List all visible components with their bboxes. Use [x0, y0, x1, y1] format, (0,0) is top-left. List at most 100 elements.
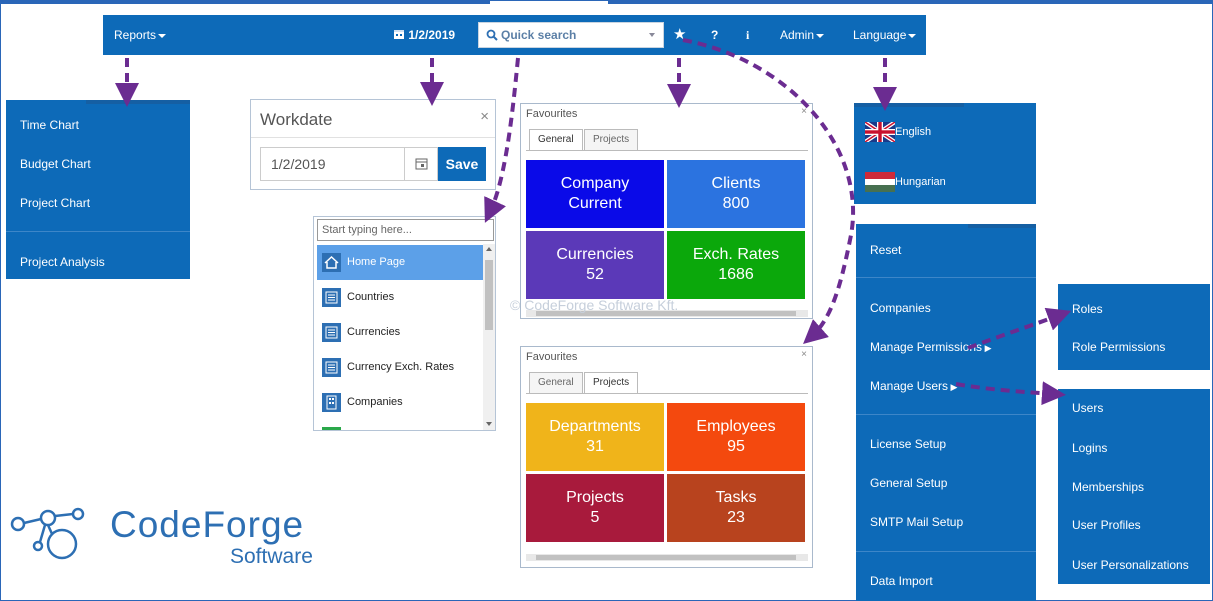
tile-departments[interactable]: Departments 31: [526, 403, 664, 471]
menu-item-reset[interactable]: Reset: [870, 243, 901, 257]
tab-general[interactable]: General: [529, 372, 583, 393]
help-icon: ?: [711, 28, 719, 42]
tile-value: 23: [727, 509, 745, 526]
search-result-partial: [322, 427, 341, 430]
tile-employees[interactable]: Employees 95: [667, 403, 805, 471]
quick-search-dropdown: Start typing here... Home Page Countries…: [313, 216, 496, 431]
top-navbar: Reports 1/2/2019 Quick search ★ ? i Admi…: [103, 15, 926, 55]
menu-item-role-permissions[interactable]: Role Permissions: [1072, 340, 1165, 354]
quick-search-field[interactable]: Start typing here...: [317, 219, 494, 241]
workdate-field[interactable]: 1/2/2019: [260, 147, 438, 181]
search-result-currency-exch-rates[interactable]: Currency Exch. Rates: [317, 350, 484, 385]
menu-item-label: Manage Users: [870, 379, 949, 393]
building-icon: [322, 393, 341, 412]
search-result-home-page[interactable]: Home Page: [317, 245, 484, 280]
scrollbar-thumb[interactable]: [485, 260, 493, 330]
tab-projects[interactable]: Projects: [584, 372, 639, 393]
language-menu-button[interactable]: Language: [853, 15, 917, 55]
menu-item-general-setup[interactable]: General Setup: [870, 476, 947, 490]
scrollbar[interactable]: [483, 244, 495, 430]
search-result-countries[interactable]: Countries: [317, 280, 484, 315]
menu-item-smtp-mail-setup[interactable]: SMTP Mail Setup: [870, 515, 963, 529]
tile-label: Tasks: [715, 489, 757, 506]
tile-label: Currencies: [556, 246, 634, 263]
tile-label: Company: [560, 175, 630, 192]
info-button[interactable]: i: [746, 15, 749, 55]
tab-projects[interactable]: Projects: [584, 129, 639, 150]
scrollbar-thumb[interactable]: [536, 555, 796, 560]
save-button[interactable]: Save: [438, 147, 486, 181]
tile-value: 800: [722, 195, 750, 212]
close-icon[interactable]: ×: [801, 106, 807, 117]
codeforge-logo: CodeForge Software: [8, 498, 388, 568]
watermark: © CodeForge Software Kft.: [510, 297, 679, 313]
quick-search-placeholder: Quick search: [501, 28, 577, 42]
tile-company[interactable]: Company Current: [526, 160, 664, 228]
search-icon: [486, 29, 498, 41]
tile-currencies[interactable]: Currencies 52: [526, 231, 664, 299]
menu-item-manage-users[interactable]: Manage Users ▶: [870, 379, 957, 393]
tile-tasks[interactable]: Tasks 23: [667, 474, 805, 542]
menu-item-label: Manage Permissions: [870, 340, 983, 354]
menu-item-roles[interactable]: Roles: [1072, 302, 1103, 316]
admin-menu-button[interactable]: Admin: [780, 15, 825, 55]
list-icon: [322, 323, 341, 342]
admin-label: Admin: [780, 28, 815, 42]
menu-item-time-chart[interactable]: Time Chart: [20, 118, 79, 132]
tile-label: Clients: [711, 175, 761, 192]
search-result-currencies[interactable]: Currencies: [317, 315, 484, 350]
language-english[interactable]: English: [863, 120, 931, 144]
menu-divider: [6, 231, 190, 232]
tile-clients[interactable]: Clients 800: [667, 160, 805, 228]
permissions-submenu: Roles Role Permissions: [1058, 284, 1210, 370]
tile-projects[interactable]: Projects 5: [526, 474, 664, 542]
menu-item-license-setup[interactable]: License Setup: [870, 437, 946, 451]
language-label: Language: [853, 28, 907, 42]
users-submenu: Users Logins Memberships User Profiles U…: [1058, 389, 1210, 584]
tile-label: Departments: [549, 418, 641, 435]
caret-down-icon: [158, 33, 167, 38]
menu-item-manage-permissions[interactable]: Manage Permissions ▶: [870, 340, 991, 354]
caret-right-icon: ▶: [948, 382, 958, 392]
menu-item-data-import[interactable]: Data Import: [870, 574, 933, 588]
tile-value: Current: [568, 195, 622, 212]
admin-dropdown: Reset Companies Manage Permissions ▶ Man…: [856, 224, 1036, 601]
help-button[interactable]: ?: [711, 15, 718, 55]
workdate-dialog: Workdate × 1/2/2019 Save: [250, 99, 496, 190]
info-icon: i: [746, 28, 750, 42]
tile-exch-rates[interactable]: Exch. Rates 1686: [667, 231, 805, 299]
tile-value: 1686: [718, 266, 754, 283]
menu-item-memberships[interactable]: Memberships: [1072, 480, 1144, 494]
menu-item-project-analysis[interactable]: Project Analysis: [20, 255, 105, 269]
calendar-picker-button[interactable]: [404, 148, 437, 180]
uk-flag-icon: [863, 120, 897, 144]
search-result-companies[interactable]: Companies: [317, 385, 484, 420]
close-icon[interactable]: ×: [801, 349, 807, 360]
tile-value: 95: [727, 438, 745, 455]
tile-value: 5: [590, 509, 600, 526]
menu-item-users[interactable]: Users: [1072, 401, 1103, 415]
quick-search-input[interactable]: Quick search: [478, 22, 664, 48]
menu-divider: [856, 551, 1036, 552]
menu-item-user-profiles[interactable]: User Profiles: [1072, 518, 1141, 532]
close-icon[interactable]: ×: [480, 108, 489, 125]
horizontal-scrollbar[interactable]: [526, 554, 808, 561]
menu-item-logins[interactable]: Logins: [1072, 441, 1107, 455]
tab-general[interactable]: General: [529, 129, 583, 150]
menu-item-project-chart[interactable]: Project Chart: [20, 196, 90, 210]
search-result-label: Countries: [347, 291, 395, 303]
menu-item-budget-chart[interactable]: Budget Chart: [20, 157, 91, 171]
favourites-button[interactable]: ★: [673, 15, 686, 55]
tile-value: 31: [586, 438, 604, 455]
language-label: Hungarian: [895, 176, 946, 188]
hungary-flag-icon: [865, 172, 895, 192]
menu-item-user-personalizations[interactable]: User Personalizations: [1072, 558, 1189, 572]
language-hungarian[interactable]: Hungarian: [865, 172, 946, 192]
scroll-down-icon[interactable]: [486, 422, 492, 426]
search-result-label: Currency Exch. Rates: [347, 361, 454, 373]
workdate-button[interactable]: 1/2/2019: [393, 15, 455, 55]
scroll-up-icon[interactable]: [486, 247, 492, 251]
reports-menu-button[interactable]: Reports: [114, 15, 167, 55]
logo-subtitle: Software: [230, 545, 313, 568]
menu-item-companies[interactable]: Companies: [870, 301, 931, 315]
